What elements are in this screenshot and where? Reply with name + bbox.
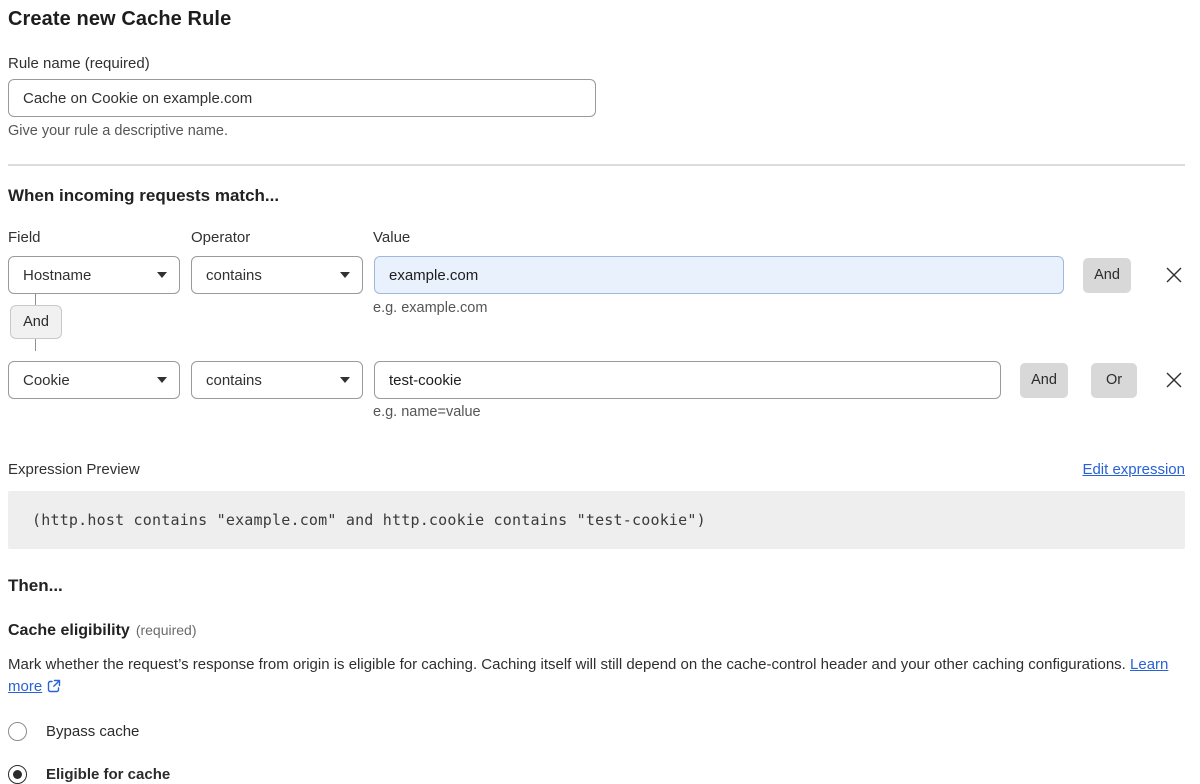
match-row: Cookie contains And Or (8, 361, 1185, 399)
match-row: Hostname contains And (8, 256, 1185, 294)
chevron-down-icon (340, 377, 350, 383)
rule-name-label: Rule name (required) (8, 55, 1185, 72)
field-select-row1-value: Hostname (23, 267, 91, 284)
row-connector-area: And e.g. example.com (8, 294, 1185, 351)
close-icon (1165, 371, 1183, 389)
field-column-label: Field (8, 229, 191, 246)
cache-eligibility-title: Cache eligibility (8, 622, 130, 639)
match-column-labels: Field Operator Value (8, 229, 1185, 246)
expression-code: (http.host contains "example.com" and ht… (32, 511, 706, 529)
add-or-button-row2[interactable]: Or (1091, 363, 1137, 398)
operator-select-row2-value: contains (206, 372, 262, 389)
add-and-button-row1[interactable]: And (1083, 258, 1131, 293)
remove-row1-button[interactable] (1163, 264, 1185, 286)
value-hint-row2: e.g. name=value (373, 404, 481, 420)
external-link-icon (47, 678, 61, 700)
rule-name-input[interactable] (8, 79, 596, 117)
rule-name-help: Give your rule a descriptive name. (8, 123, 1185, 139)
edit-expression-link[interactable]: Edit expression (1082, 461, 1185, 478)
connector-line (35, 294, 36, 305)
chevron-down-icon (157, 272, 167, 278)
radio-button[interactable] (8, 765, 27, 784)
value-column-label: Value (373, 229, 410, 246)
field-select-row1[interactable]: Hostname (8, 256, 180, 294)
expression-preview-box: (http.host contains "example.com" and ht… (8, 491, 1185, 549)
chevron-down-icon (157, 377, 167, 383)
radio-button[interactable] (8, 722, 27, 741)
value-input-row1[interactable] (374, 256, 1064, 294)
field-select-row2[interactable]: Cookie (8, 361, 180, 399)
row2-hint-area: e.g. name=value (8, 399, 1185, 419)
match-heading: When incoming requests match... (8, 186, 1185, 206)
connector-and-button[interactable]: And (10, 305, 62, 339)
operator-select-row2[interactable]: contains (191, 361, 363, 399)
remove-row2-button[interactable] (1163, 369, 1185, 391)
operator-select-row1[interactable]: contains (191, 256, 363, 294)
value-input-row2[interactable] (374, 361, 1001, 399)
cache-eligibility-required: (required) (136, 622, 197, 638)
then-heading: Then... (8, 576, 1185, 596)
operator-column-label: Operator (191, 229, 373, 246)
page-title: Create new Cache Rule (8, 8, 1185, 31)
expression-preview-label: Expression Preview (8, 461, 140, 478)
add-and-button-row2[interactable]: And (1020, 363, 1068, 398)
close-icon (1165, 266, 1183, 284)
cache-eligibility-description-text: Mark whether the request’s response from… (8, 656, 1126, 673)
cache-eligibility-description: Mark whether the request’s response from… (8, 654, 1185, 700)
radio-label: Bypass cache (46, 723, 139, 740)
connector-line (35, 339, 36, 351)
radio-option-eligible-for-cache[interactable]: Eligible for cache (8, 765, 1185, 784)
field-select-row2-value: Cookie (23, 372, 70, 389)
section-divider (8, 164, 1185, 166)
chevron-down-icon (340, 272, 350, 278)
cache-eligibility-heading: Cache eligibility (required) (8, 622, 1185, 640)
value-hint-row1: e.g. example.com (373, 300, 487, 316)
radio-label: Eligible for cache (46, 766, 170, 783)
radio-option-bypass-cache[interactable]: Bypass cache (8, 722, 1185, 741)
operator-select-row1-value: contains (206, 267, 262, 284)
